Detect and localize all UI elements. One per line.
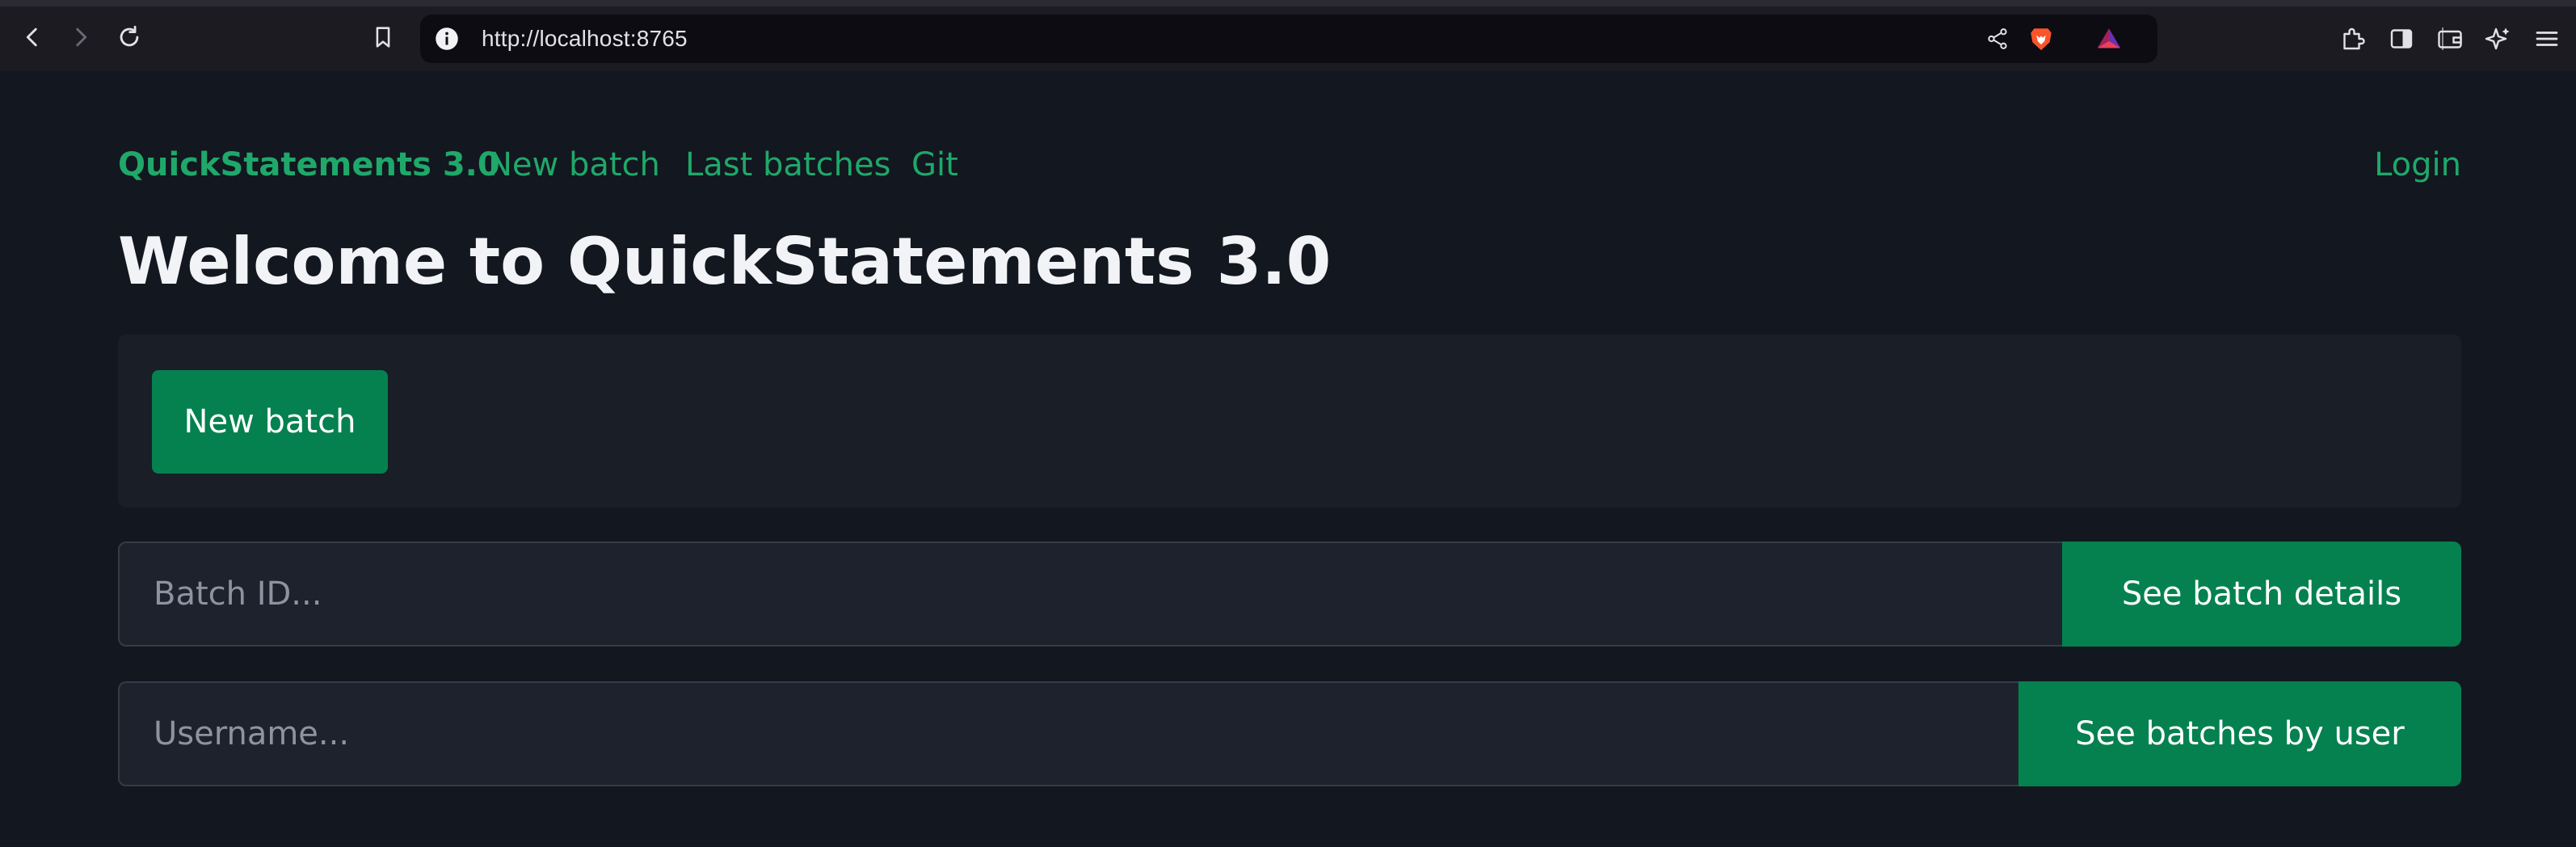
brave-lion-icon[interactable] [2027,24,2056,53]
see-batch-details-button[interactable]: See batch details [2062,541,2461,647]
nav-link-git[interactable]: Git [911,141,958,189]
nav-link-new-batch[interactable]: New batch [488,141,660,189]
back-arrow-icon[interactable] [10,15,55,60]
address-bar[interactable]: http://localhost:8765 [420,15,2443,63]
batch-id-input[interactable] [118,541,2062,647]
top-navbar: QuickStatements 3.0 New batch Last batch… [118,141,2461,189]
page-title: Welcome to QuickStatements 3.0 [118,224,1332,299]
forward-arrow-icon[interactable] [58,15,103,60]
see-batches-by-user-button[interactable]: See batches by user [2018,681,2461,786]
share-icon[interactable] [1983,24,2012,53]
sidebar-icon[interactable] [2385,23,2418,55]
sparkle-icon[interactable] [2482,23,2515,55]
new-batch-card: New batch [118,335,2461,508]
info-icon[interactable] [435,27,459,51]
hamburger-icon[interactable] [2531,23,2563,55]
batch-lookup-group: See batch details [118,541,2461,647]
reload-icon[interactable] [107,15,152,60]
user-lookup-group: See batches by user [118,681,2461,786]
username-input[interactable] [118,681,2018,786]
puzzle-icon[interactable] [2337,23,2369,55]
brand-link[interactable]: QuickStatements 3.0 [118,141,500,189]
browser-toolbar: http://localhost:8765 [0,0,2576,71]
nav-link-last-batches[interactable]: Last batches [685,141,890,189]
new-batch-button[interactable]: New batch [152,370,388,474]
bookmark-icon[interactable] [360,15,406,60]
rewards-triangle-icon[interactable] [2094,24,2124,53]
login-link[interactable]: Login [2374,141,2461,189]
url-text[interactable]: http://localhost:8765 [482,26,688,52]
page-content: QuickStatements 3.0 New batch Last batch… [0,71,2576,847]
wallet-icon[interactable] [2434,23,2466,55]
